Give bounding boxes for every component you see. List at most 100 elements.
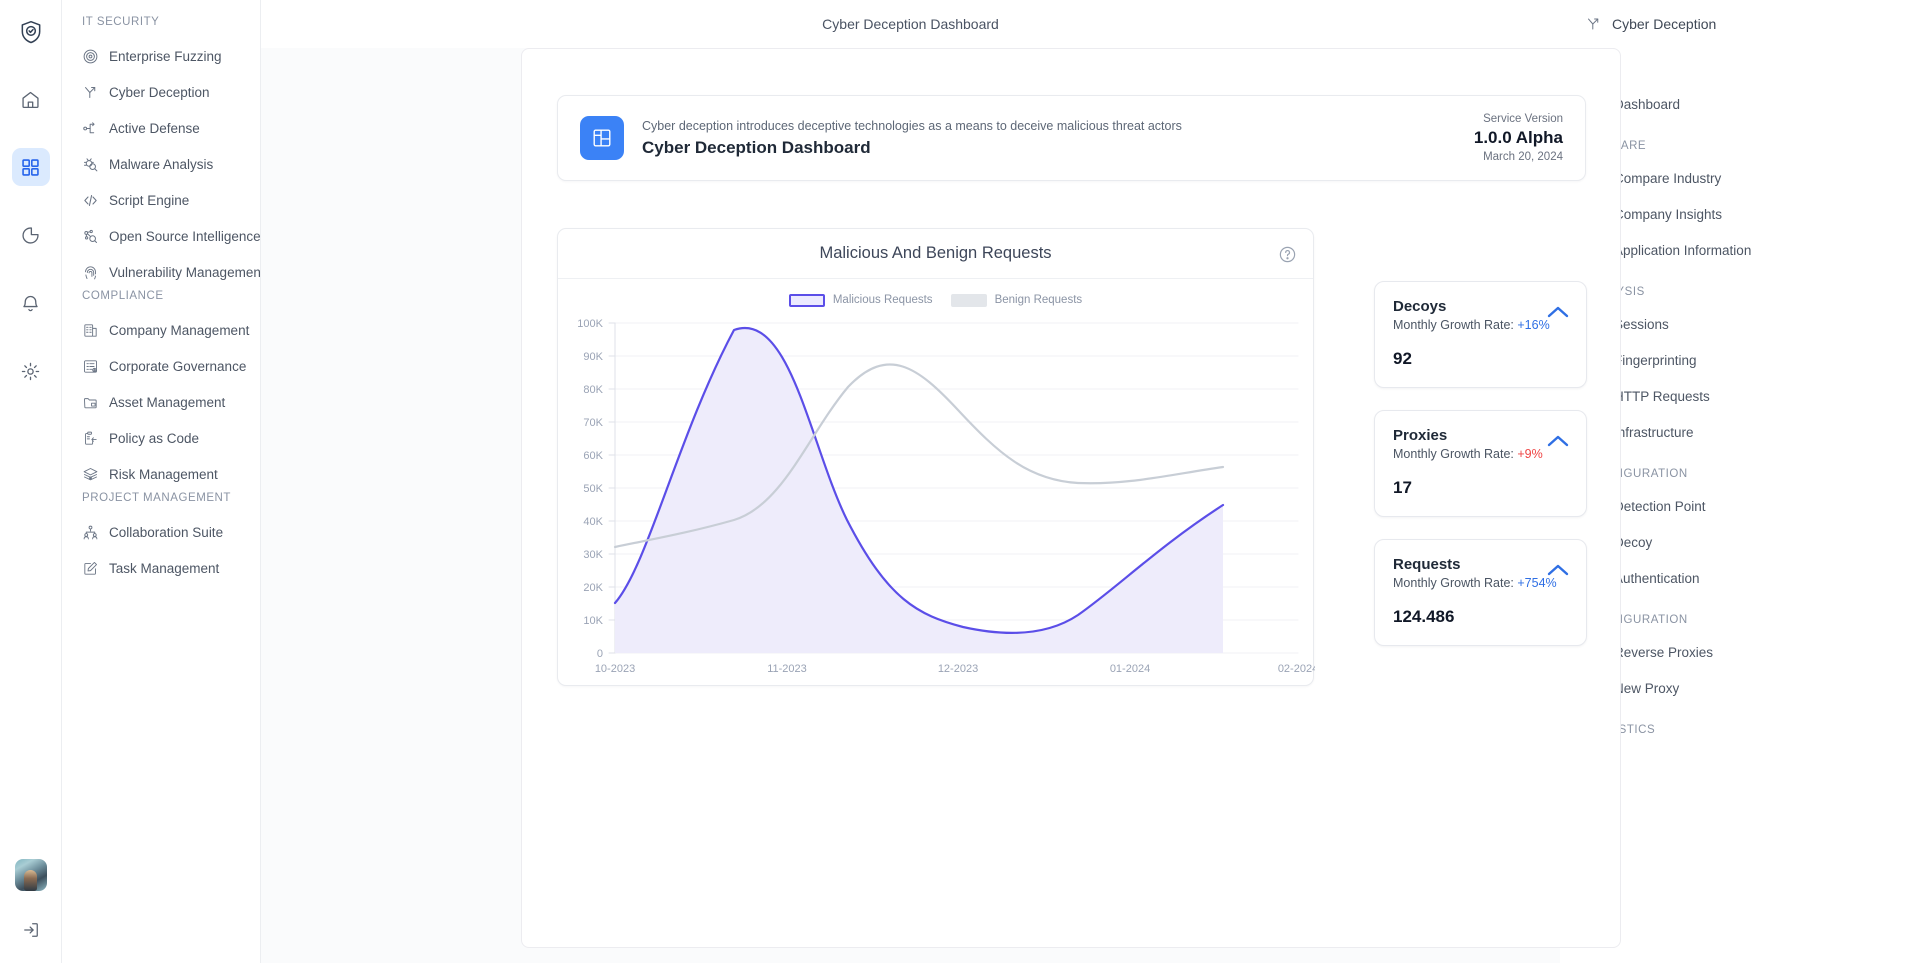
logout-icon[interactable] <box>14 913 48 947</box>
stat-growth: Monthly Growth Rate: +16% <box>1393 318 1568 332</box>
edit-square-icon <box>82 560 99 577</box>
sidebar-item-label: Asset Management <box>109 395 225 410</box>
svg-text:40K: 40K <box>583 516 603 528</box>
sidebar-item-label: Task Management <box>109 561 219 576</box>
rightnav-item-label: Compare Industry <box>1614 171 1721 186</box>
icon-rail <box>0 0 62 963</box>
sidebar-item-script-engine[interactable]: Script Engine <box>62 182 260 218</box>
code-icon <box>82 192 99 209</box>
stat-growth-label: Monthly Growth Rate: <box>1393 318 1514 332</box>
help-circle-icon[interactable] <box>1278 245 1297 269</box>
rightnav-item-label: HTTP Requests <box>1614 389 1710 404</box>
banner-text: Cyber deception introduces deceptive tec… <box>642 119 1474 158</box>
stat-card-proxies[interactable]: Proxies Monthly Growth Rate: +9% 17 <box>1374 410 1587 517</box>
sidebar-item-label: Company Management <box>109 323 249 338</box>
sidebar-item-collaboration-suite[interactable]: Collaboration Suite <box>62 514 260 550</box>
banner-title: Cyber Deception Dashboard <box>642 138 1474 158</box>
svg-text:70K: 70K <box>583 417 603 429</box>
chart-title: Malicious And Benign Requests <box>819 244 1051 263</box>
rightnav-item-label: Application Information <box>1614 243 1751 258</box>
svg-text:20K: 20K <box>583 582 603 594</box>
rightnav-item-label: Reverse Proxies <box>1614 645 1713 660</box>
svg-text:90K: 90K <box>583 351 603 363</box>
svg-text:100K: 100K <box>577 318 603 330</box>
legend-item-benign[interactable]: Benign Requests <box>951 294 1083 307</box>
rightnav-item-label: Infrastructure <box>1614 425 1694 440</box>
stat-growth-label: Monthly Growth Rate: <box>1393 447 1514 461</box>
chevron-up-icon[interactable] <box>1546 433 1570 454</box>
chart-x-label: 11-2023 <box>767 663 807 675</box>
home-icon[interactable] <box>12 80 50 118</box>
chart-plot-area: 100K90K 80K70K 60K50K 40K30K 20K10K 0 10… <box>558 315 1315 675</box>
chart-header: Malicious And Benign Requests <box>558 229 1313 279</box>
sidebar-item-vulnerability-management[interactable]: Vulnerability Management <box>62 254 260 290</box>
svg-text:0: 0 <box>597 648 603 660</box>
chart-y-labels: 100K90K 80K70K 60K50K 40K30K 20K10K 0 <box>577 318 603 660</box>
legend-label: Benign Requests <box>995 294 1083 306</box>
sidebar-item-corporate-governance[interactable]: Corporate Governance <box>62 348 260 384</box>
rightnav-item-label: Authentication <box>1614 571 1700 586</box>
user-avatar[interactable] <box>15 859 47 891</box>
sidebar-item-asset-management[interactable]: Asset Management <box>62 384 260 420</box>
rightnav-item-label: Sessions <box>1614 317 1669 332</box>
rightnav-item-label: Detection Point <box>1614 499 1706 514</box>
sidebar-item-cyber-deception[interactable]: Cyber Deception <box>62 74 260 110</box>
sidebar-section-compliance: COMPLIANCE Company Management Corporate … <box>62 290 260 492</box>
rightnav-item-label: New Proxy <box>1614 681 1679 696</box>
sidebar-item-active-defense[interactable]: Active Defense <box>62 110 260 146</box>
flow-arrow-icon <box>82 120 99 137</box>
service-version-date: March 20, 2024 <box>1474 151 1563 163</box>
sidebar-section-label: IT SECURITY <box>62 16 260 28</box>
chevron-up-icon[interactable] <box>1546 304 1570 325</box>
right-sidebar-brand[interactable]: Cyber Deception <box>1561 0 1920 48</box>
sidebar-item-malware-analysis[interactable]: Malware Analysis <box>62 146 260 182</box>
bell-icon[interactable] <box>12 284 50 322</box>
layers-eye-icon <box>82 466 99 483</box>
sidebar-item-company-management[interactable]: Company Management <box>62 312 260 348</box>
rightnav-item-label: Company Insights <box>1614 207 1722 222</box>
sidebar-item-task-management[interactable]: Task Management <box>62 550 260 586</box>
stat-card-requests[interactable]: Requests Monthly Growth Rate: +754% 124.… <box>1374 539 1587 646</box>
sidebar-item-label: Corporate Governance <box>109 359 246 374</box>
folder-icon <box>82 394 99 411</box>
pie-chart-icon[interactable] <box>12 216 50 254</box>
grid-icon[interactable] <box>12 148 50 186</box>
network-search-icon <box>82 228 99 245</box>
stat-growth: Monthly Growth Rate: +754% <box>1393 576 1568 590</box>
stat-growth-value: +9% <box>1517 447 1542 461</box>
chart-legend: Malicious Requests Benign Requests <box>558 285 1313 315</box>
legend-item-malicious[interactable]: Malicious Requests <box>789 294 933 307</box>
sidebar-item-risk-management[interactable]: Risk Management <box>62 456 260 492</box>
chart-x-label: 12-2023 <box>938 663 978 675</box>
sidebar-item-label: Collaboration Suite <box>109 525 223 540</box>
stat-card-decoys[interactable]: Decoys Monthly Growth Rate: +16% 92 <box>1374 281 1587 388</box>
rightnav-item-label: Fingerprinting <box>1614 353 1697 368</box>
svg-text:80K: 80K <box>583 384 603 396</box>
legend-swatch-benign <box>951 294 987 307</box>
chart-x-label: 01-2024 <box>1110 663 1150 675</box>
right-sidebar-brand-label: Cyber Deception <box>1612 16 1716 32</box>
shield-check-icon[interactable] <box>11 12 51 52</box>
sidebar-item-policy-as-code[interactable]: Policy as Code <box>62 420 260 456</box>
chart-area-malicious <box>615 328 1223 653</box>
top-bar: Cyber Deception Dashboard <box>261 0 1560 48</box>
banner-subtitle: Cyber deception introduces deceptive tec… <box>642 119 1474 133</box>
app-root: IT SECURITY Enterprise Fuzzing Cyber Dec… <box>0 0 1920 963</box>
chart-x-label: 10-2023 <box>595 663 635 675</box>
chart-svg: 100K90K 80K70K 60K50K 40K30K 20K10K 0 10… <box>558 315 1315 675</box>
sidebar-item-enterprise-fuzzing[interactable]: Enterprise Fuzzing <box>62 38 260 74</box>
sidebar-item-label: Active Defense <box>109 121 200 136</box>
bug-search-icon <box>82 156 99 173</box>
sidebar-item-label: Vulnerability Management <box>109 265 260 280</box>
sidebar-item-label: Enterprise Fuzzing <box>109 49 222 64</box>
page-title: Cyber Deception Dashboard <box>822 16 999 32</box>
service-version-label: Service Version <box>1474 113 1563 125</box>
service-version-value: 1.0.0 Alpha <box>1474 128 1563 148</box>
svg-text:30K: 30K <box>583 549 603 561</box>
requests-chart-card: Malicious And Benign Requests Malicious … <box>557 228 1314 686</box>
gear-icon[interactable] <box>12 352 50 390</box>
sidebar-item-open-source-intelligence[interactable]: Open Source Intelligence <box>62 218 260 254</box>
list-gear-icon <box>82 358 99 375</box>
chevron-up-icon[interactable] <box>1546 562 1570 583</box>
chart-x-label: 02-2024 <box>1278 663 1315 675</box>
